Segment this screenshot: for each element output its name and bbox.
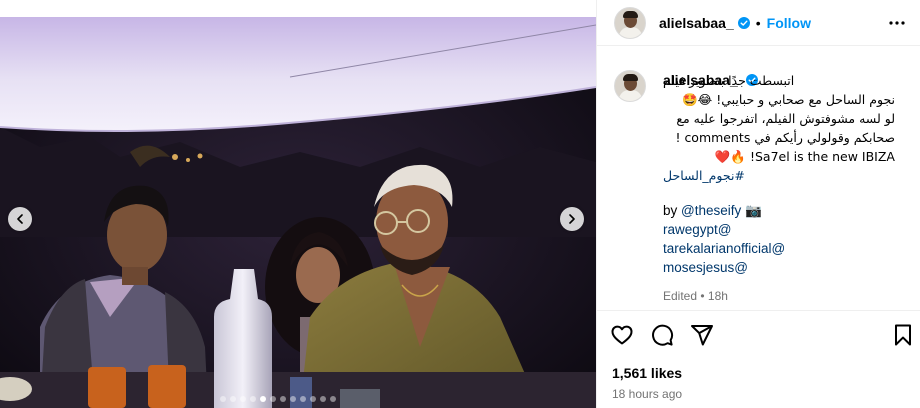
carousel-dot — [230, 396, 236, 402]
mention-link[interactable]: mosesjesus@ — [663, 258, 911, 277]
action-bar — [610, 323, 714, 347]
carousel-dot — [290, 396, 296, 402]
more-horizontal-icon[interactable] — [887, 14, 907, 32]
caption-line-3: لو لسه مشوفتوش الفيلم، اتفرجوا عليه مع — [676, 111, 895, 126]
credits-block: by @theseify 📷 rawegypt@ tarekalarianoff… — [663, 201, 911, 277]
likes-count[interactable]: 1,561 likes — [612, 365, 682, 381]
carousel-next-button[interactable] — [560, 207, 584, 231]
header-username[interactable]: alielsabaa_ — [659, 15, 734, 31]
carousel-indicators — [220, 396, 336, 402]
instagram-post: alielsabaa_ • Follow alielsabaa_ اتبسطت … — [0, 0, 920, 408]
carousel-dot — [280, 396, 286, 402]
mention-link[interactable]: rawegypt@ — [663, 220, 911, 239]
chevron-left-icon — [17, 214, 23, 224]
caption-line-1: اتبسطت جدًا بتصوير فيلم — [663, 73, 795, 88]
chevron-right-icon — [569, 214, 575, 224]
carousel-dot — [260, 396, 266, 402]
caption-line-2: نجوم الساحل مع صحابي و حبايبي! 😂🤩 — [682, 92, 895, 107]
bookmark-icon[interactable] — [891, 323, 915, 347]
carousel-dot — [310, 396, 316, 402]
caption-hashtag[interactable]: #نجوم_الساحل — [663, 166, 911, 185]
carousel-dot — [240, 396, 246, 402]
mention-link[interactable]: @theseify — [681, 203, 741, 218]
post-media[interactable] — [0, 17, 596, 408]
post-actions-section: 1,561 likes 18 hours ago — [597, 310, 920, 408]
carousel-dot — [250, 396, 256, 402]
carousel-dot — [330, 396, 336, 402]
comment-icon[interactable] — [650, 323, 674, 347]
heart-icon[interactable] — [610, 323, 634, 347]
carousel-dot — [300, 396, 306, 402]
verified-badge-icon — [737, 16, 750, 29]
carousel-dot — [270, 396, 276, 402]
separator-dot: • — [755, 14, 761, 31]
mention-link[interactable]: tarekalarianofficial@ — [663, 239, 911, 258]
carousel-dot — [220, 396, 226, 402]
carousel-dot — [320, 396, 326, 402]
carousel-prev-button[interactable] — [8, 207, 32, 231]
caption-line-4: صحابكم وقولولي رأيكم في comments ! — [675, 130, 895, 145]
by-prefix: by — [663, 203, 678, 218]
send-icon[interactable] — [690, 323, 714, 347]
camera-emoji-icon: 📷 — [745, 203, 762, 218]
avatar[interactable] — [614, 6, 646, 39]
post-header: alielsabaa_ • Follow — [597, 0, 920, 46]
post-timestamp[interactable]: 18 hours ago — [612, 387, 682, 401]
caption-avatar[interactable] — [614, 70, 646, 102]
follow-button[interactable]: Follow — [767, 15, 811, 31]
caption-line-5: Sa7el is the new IBIZA! 🔥❤️ — [714, 149, 895, 164]
post-side-panel: alielsabaa_ • Follow alielsabaa_ اتبسطت … — [596, 0, 920, 408]
post-photo — [0, 17, 596, 408]
edited-timestamp: Edited • 18h — [663, 289, 728, 303]
